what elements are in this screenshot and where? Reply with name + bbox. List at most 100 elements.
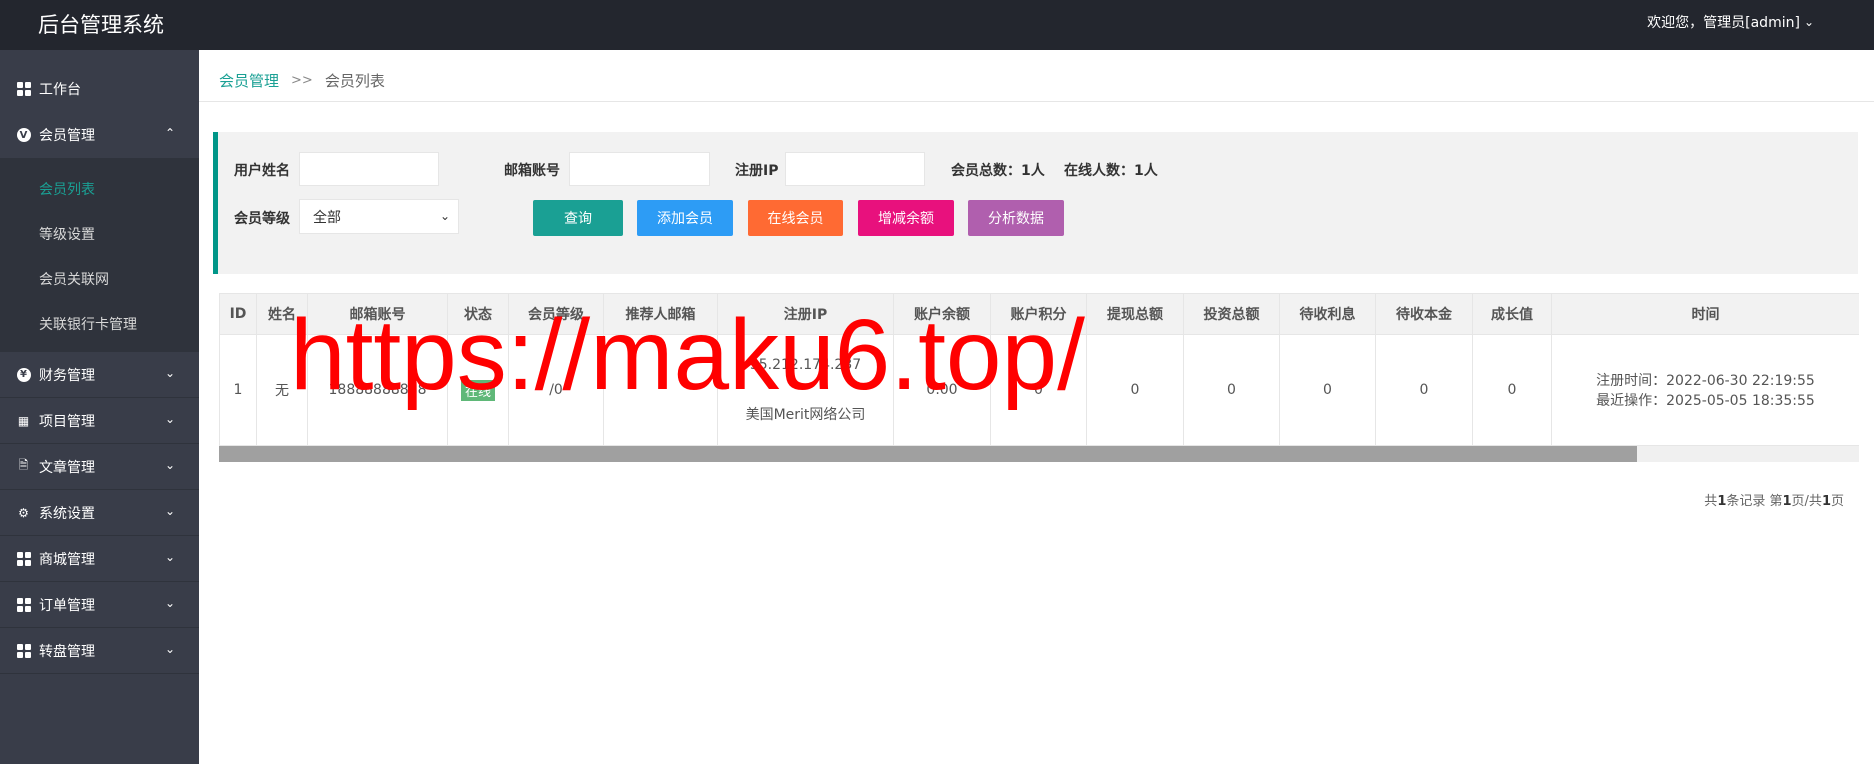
sidebar-item-label: 系统设置 bbox=[39, 505, 95, 522]
email-input[interactable] bbox=[569, 152, 710, 186]
sidebar-item-shop[interactable]: 商城管理 ⌄ bbox=[0, 536, 199, 582]
col-level: 会员等级 bbox=[508, 293, 604, 335]
cell-ip: 35.212.174.237 美国Merit网络公司 bbox=[717, 334, 894, 446]
article-icon: 🗎 bbox=[18, 458, 29, 472]
sidebar-item-label: 工作台 bbox=[39, 82, 81, 98]
col-id: ID bbox=[219, 293, 257, 335]
main-content: 会员管理 >> 会员列表 用户姓名 邮箱账号 注册IP 会员总数：1人 在线人数… bbox=[199, 50, 1874, 764]
breadcrumb-separator: >> bbox=[291, 73, 313, 88]
level-label: 会员等级 bbox=[234, 211, 290, 227]
sidebar-subitem-member-list[interactable]: 会员列表 bbox=[0, 166, 199, 211]
breadcrumb-current: 会员列表 bbox=[324, 72, 385, 90]
col-points: 账户积分 bbox=[990, 293, 1087, 335]
sidebar-item-finance[interactable]: ¥ 财务管理 ⌄ bbox=[0, 352, 199, 398]
username-label: 用户姓名 bbox=[234, 163, 290, 179]
scrollbar-thumb[interactable] bbox=[219, 446, 1637, 462]
sidebar-item-member[interactable]: V 会员管理 ⌃ bbox=[0, 112, 199, 158]
sidebar-item-label: 商城管理 bbox=[39, 551, 95, 568]
ip-input[interactable] bbox=[785, 152, 925, 186]
col-time: 时间 bbox=[1551, 293, 1859, 335]
chevron-down-icon: ⌄ bbox=[164, 550, 175, 564]
user-menu[interactable]: 欢迎您，管理员[admin] ⌄ bbox=[1647, 12, 1814, 32]
sidebar-item-label: 转盘管理 bbox=[39, 643, 95, 660]
level-select[interactable]: 全部 ⌄ bbox=[299, 199, 459, 234]
divider bbox=[199, 101, 1874, 102]
chevron-down-icon: ⌄ bbox=[164, 642, 175, 656]
finance-icon: ¥ bbox=[16, 367, 31, 382]
sidebar: 工作台 V 会员管理 ⌃ 会员列表 等级设置 会员关联网 关联银行卡管理 ¥ 财… bbox=[0, 50, 199, 764]
cell-referrer bbox=[603, 334, 718, 446]
cell-withdraw: 0 bbox=[1086, 334, 1184, 446]
table-row[interactable]: 1 无 18888888888 在线 /0 35.212.174.237 美国M… bbox=[219, 334, 1859, 446]
col-referrer: 推荐人邮箱 bbox=[603, 293, 718, 335]
ip-label: 注册IP bbox=[735, 163, 779, 179]
table-header-row: ID 姓名 邮箱账号 状态 会员等级 推荐人邮箱 注册IP 账户余额 账户积分 … bbox=[219, 293, 1859, 335]
chevron-down-icon: ⌄ bbox=[164, 412, 175, 426]
sidebar-item-label: 文章管理 bbox=[39, 459, 95, 476]
col-invest: 投资总额 bbox=[1183, 293, 1280, 335]
wheel-icon bbox=[16, 643, 31, 658]
sidebar-item-workbench[interactable]: 工作台 bbox=[0, 50, 199, 112]
cell-status: 在线 bbox=[447, 334, 509, 446]
sidebar-item-label: 财务管理 bbox=[39, 367, 95, 384]
sidebar-subitem-bank-cards[interactable]: 关联银行卡管理 bbox=[0, 301, 199, 346]
chevron-down-icon: ⌄ bbox=[439, 209, 450, 223]
search-button[interactable]: 查询 bbox=[533, 200, 623, 236]
sidebar-item-orders[interactable]: 订单管理 ⌄ bbox=[0, 582, 199, 628]
cell-points: 0 bbox=[990, 334, 1087, 446]
gear-icon: ⚙ bbox=[18, 505, 29, 520]
last-op-time: 最近操作：2025-05-05 18:35:55 bbox=[1596, 393, 1815, 409]
sidebar-subitem-member-network[interactable]: 会员关联网 bbox=[0, 256, 199, 301]
col-name: 姓名 bbox=[256, 293, 308, 335]
sidebar-item-label: 会员管理 bbox=[39, 128, 95, 144]
col-email: 邮箱账号 bbox=[307, 293, 448, 335]
cell-balance: 0.00 bbox=[893, 334, 991, 446]
col-balance: 账户余额 bbox=[893, 293, 991, 335]
breadcrumb-parent[interactable]: 会员管理 bbox=[219, 70, 279, 91]
member-icon: V bbox=[16, 128, 31, 143]
email-label: 邮箱账号 bbox=[504, 163, 560, 179]
chevron-down-icon: ⌄ bbox=[164, 596, 175, 610]
chevron-down-icon: ⌄ bbox=[164, 458, 175, 472]
sidebar-item-wheel[interactable]: 转盘管理 ⌄ bbox=[0, 628, 199, 674]
cell-principal: 0 bbox=[1375, 334, 1473, 446]
add-member-button[interactable]: 添加会员 bbox=[637, 200, 733, 236]
online-members-button[interactable]: 在线会员 bbox=[748, 200, 843, 236]
project-icon: ▦ bbox=[17, 413, 30, 428]
top-bar: 后台管理系统 欢迎您，管理员[admin] ⌄ bbox=[0, 0, 1874, 50]
cell-time: 注册时间：2022-06-30 22:19:55 最近操作：2025-05-05… bbox=[1551, 334, 1859, 446]
member-table-wrap: ID 姓名 邮箱账号 状态 会员等级 推荐人邮箱 注册IP 账户余额 账户积分 … bbox=[219, 293, 1859, 463]
cell-name: 无 bbox=[256, 334, 308, 446]
sidebar-item-article[interactable]: 🗎 文章管理 ⌄ bbox=[0, 444, 199, 490]
dashboard-icon bbox=[16, 82, 31, 97]
col-withdraw: 提现总额 bbox=[1086, 293, 1184, 335]
user-greeting: 欢迎您，管理员[admin] bbox=[1647, 15, 1800, 31]
cell-growth: 0 bbox=[1472, 334, 1552, 446]
cell-interest: 0 bbox=[1279, 334, 1376, 446]
cell-id: 1 bbox=[219, 334, 257, 446]
ip-location: 美国Merit网络公司 bbox=[745, 407, 866, 423]
col-principal: 待收本金 bbox=[1375, 293, 1473, 335]
sidebar-item-project[interactable]: ▦ 项目管理 ⌄ bbox=[0, 398, 199, 444]
chevron-down-icon: ⌄ bbox=[164, 504, 175, 518]
chevron-down-icon: ⌄ bbox=[1803, 15, 1814, 29]
member-total: 会员总数：1人 bbox=[951, 163, 1045, 179]
horizontal-scrollbar[interactable] bbox=[219, 446, 1859, 462]
sidebar-item-settings[interactable]: ⚙ 系统设置 ⌄ bbox=[0, 490, 199, 536]
online-total: 在线人数：1人 bbox=[1064, 163, 1158, 179]
reg-time: 注册时间：2022-06-30 22:19:55 bbox=[1596, 373, 1815, 389]
sidebar-item-label: 订单管理 bbox=[39, 597, 95, 614]
status-badge: 在线 bbox=[460, 379, 495, 401]
shop-icon bbox=[16, 551, 31, 566]
pagination-info: 共1条记录 第1页/共1页 bbox=[1704, 494, 1844, 509]
sidebar-submenu-member: 会员列表 等级设置 会员关联网 关联银行卡管理 bbox=[0, 158, 199, 352]
sidebar-subitem-level-settings[interactable]: 等级设置 bbox=[0, 211, 199, 256]
analyze-data-button[interactable]: 分析数据 bbox=[968, 200, 1064, 236]
username-input[interactable] bbox=[299, 152, 439, 186]
ip-address: 35.212.174.237 bbox=[749, 356, 862, 373]
adjust-balance-button[interactable]: 增减余额 bbox=[858, 200, 954, 236]
cell-email: 18888888888 bbox=[307, 334, 448, 446]
member-table: ID 姓名 邮箱账号 状态 会员等级 推荐人邮箱 注册IP 账户余额 账户积分 … bbox=[219, 293, 1859, 446]
breadcrumb: 会员管理 >> 会员列表 bbox=[219, 70, 385, 91]
col-status: 状态 bbox=[447, 293, 509, 335]
